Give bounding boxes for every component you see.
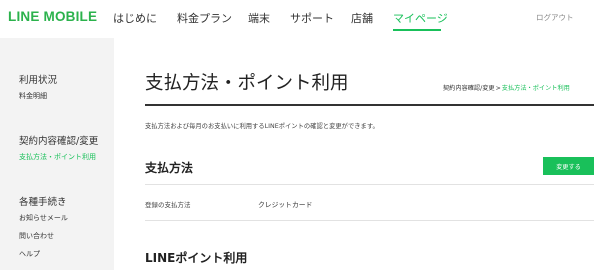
breadcrumb-separator: > bbox=[495, 85, 501, 92]
breadcrumb-parent-link[interactable]: 契約内容確認/変更 bbox=[443, 85, 495, 92]
nav-item-support[interactable]: サポート bbox=[290, 10, 334, 26]
nav-item-mypage[interactable]: マイページ bbox=[393, 10, 448, 26]
page-title: 支払方法・ポイント利用 bbox=[145, 73, 349, 94]
change-payment-button[interactable]: 変更する bbox=[543, 157, 594, 175]
sidebar-heading-contract: 契約内容確認/変更 bbox=[19, 136, 99, 147]
nav-item-hajimeni[interactable]: はじめに bbox=[113, 10, 157, 26]
nav-active-underline bbox=[393, 29, 441, 31]
sidebar-heading-procedures: 各種手続き bbox=[19, 197, 67, 208]
line-mobile-logo[interactable]: LINE MOBILE bbox=[8, 9, 97, 24]
sidebar-item-contact[interactable]: 問い合わせ bbox=[19, 231, 54, 241]
logout-link[interactable]: ログアウト bbox=[536, 12, 574, 23]
breadcrumb: 契約内容確認/変更>支払方法・ポイント利用 bbox=[443, 83, 570, 92]
payment-row-divider bbox=[145, 220, 594, 221]
points-section-title: LINEポイント利用 bbox=[145, 251, 248, 265]
breadcrumb-current: 支払方法・ポイント利用 bbox=[501, 85, 570, 92]
payment-method-value: クレジットカード bbox=[258, 201, 313, 209]
title-divider bbox=[145, 104, 594, 106]
sidebar-item-billing[interactable]: 料金明細 bbox=[19, 91, 47, 101]
payment-method-label: 登録の支払方法 bbox=[145, 201, 191, 209]
top-header: LINE MOBILE はじめに 料金プラン 端末 サポート 店舗 マイページ … bbox=[0, 0, 600, 38]
sidebar-item-notification-mail[interactable]: お知らせメール bbox=[19, 213, 68, 223]
nav-item-stores[interactable]: 店舗 bbox=[351, 10, 373, 26]
sidebar-item-help[interactable]: ヘルプ bbox=[19, 249, 40, 259]
nav-item-devices[interactable]: 端末 bbox=[248, 10, 270, 26]
sidebar-item-payment-points[interactable]: 支払方法・ポイント利用 bbox=[19, 152, 96, 162]
nav-item-pricing[interactable]: 料金プラン bbox=[177, 10, 232, 26]
sidebar-heading-usage: 利用状況 bbox=[19, 75, 58, 86]
page-description: 支払方法および毎月のお支払いに利用するLINEポイントの確認と変更ができます。 bbox=[145, 123, 379, 130]
payment-section-title: 支払方法 bbox=[145, 161, 194, 175]
payment-section-divider bbox=[145, 184, 594, 185]
sidebar: 利用状況 料金明細 契約内容確認/変更 支払方法・ポイント利用 各種手続き お知… bbox=[0, 38, 114, 270]
